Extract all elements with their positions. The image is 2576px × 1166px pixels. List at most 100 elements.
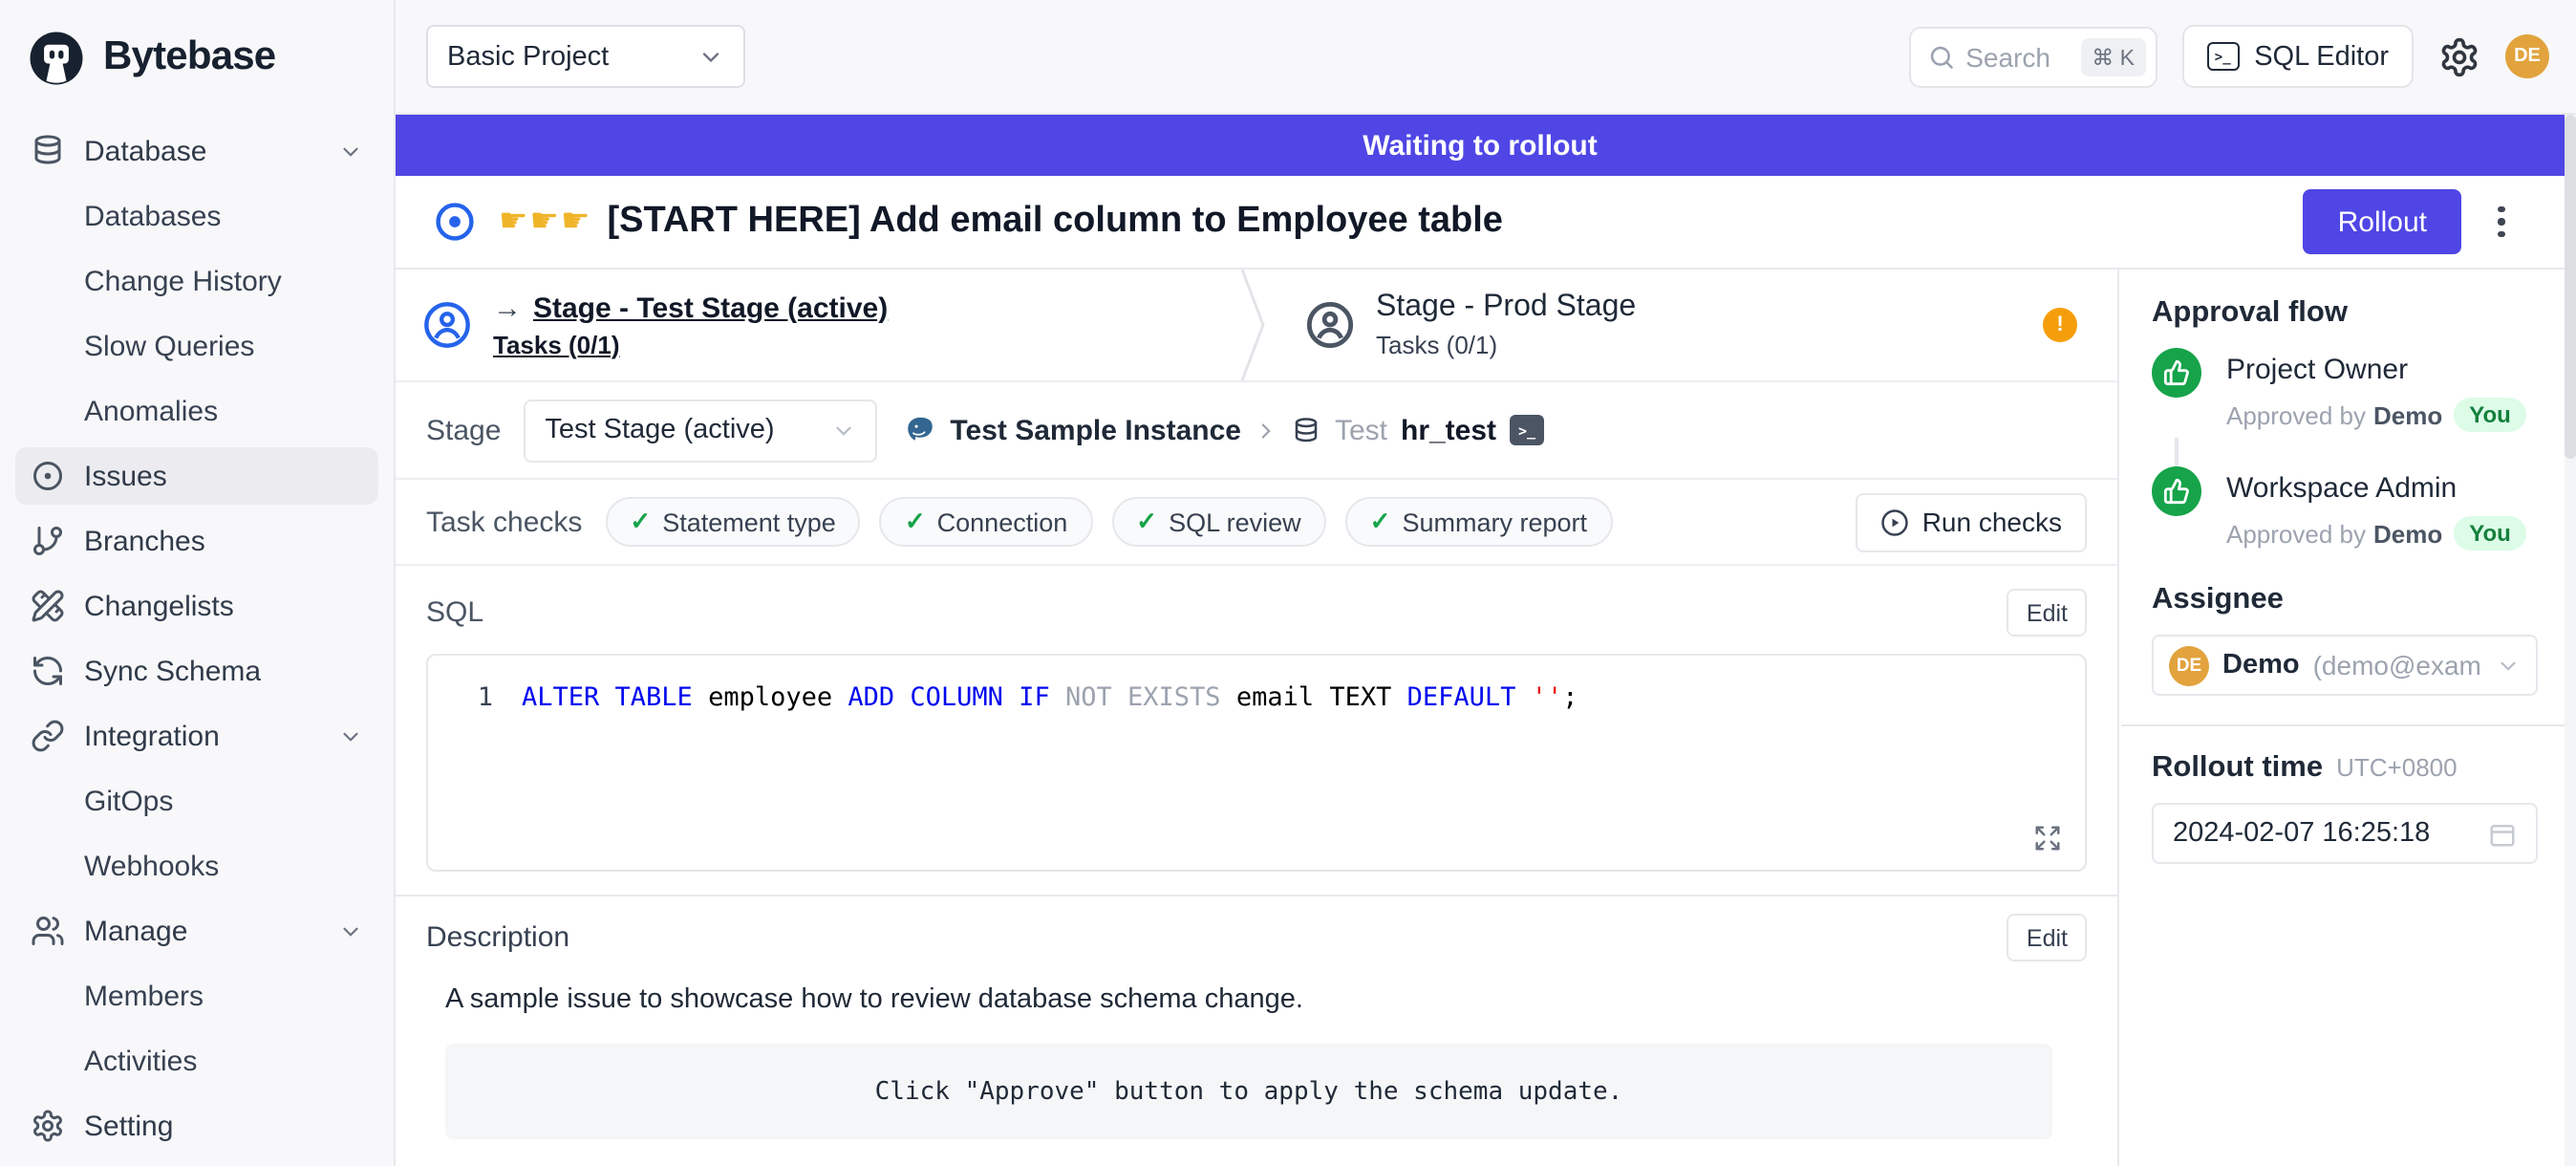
chevron-down-icon — [698, 43, 724, 70]
scrollbar-track[interactable] — [2565, 115, 2576, 1166]
description-text: A sample issue to showcase how to review… — [445, 984, 2087, 1015]
rollout-button[interactable]: Rollout — [2304, 189, 2461, 254]
sql-section-title: SQL — [426, 596, 483, 629]
rollout-time-input[interactable]: 2024-02-07 16:25:18 — [2152, 803, 2538, 864]
check-pill-label: Summary report — [1402, 507, 1587, 536]
sql-edit-button[interactable]: Edit — [2007, 589, 2087, 637]
check-pill-connection[interactable]: ✓ Connection — [880, 497, 1092, 547]
scrollbar-thumb[interactable] — [2565, 115, 2576, 459]
rollout-time-title: Rollout time — [2152, 751, 2323, 786]
rollout-time-value: 2024-02-07 16:25:18 — [2173, 818, 2430, 849]
run-checks-button[interactable]: Run checks — [1856, 492, 2087, 551]
sql-editor-area[interactable]: 1 ALTER TABLE employee ADD COLUMN IF NOT… — [426, 654, 2087, 872]
instance-name[interactable]: Test Sample Instance — [950, 414, 1241, 446]
sidebar-item-gitops[interactable]: GitOps — [15, 772, 378, 830]
description-code-block: Click "Approve" button to apply the sche… — [445, 1044, 2052, 1139]
more-options-kebab-icon[interactable] — [2477, 189, 2526, 254]
sql-console-icon[interactable]: >_ — [1510, 415, 1544, 445]
stage-warning-badge: ! — [2043, 308, 2077, 342]
settings-gear-icon[interactable] — [2438, 35, 2480, 77]
check-pill-summary-report[interactable]: ✓ Summary report — [1345, 497, 1612, 547]
sidebar-item-change-history[interactable]: Change History — [15, 252, 378, 310]
assignee-select[interactable]: DE Demo (demo@example — [2152, 635, 2538, 696]
approval-step: Project Owner Approved by Demo You — [2152, 348, 2538, 432]
chevron-down-icon — [338, 139, 363, 163]
brand-logo[interactable]: Bytebase — [0, 0, 394, 115]
thumbs-up-icon — [2152, 348, 2201, 398]
bytebase-logo-icon — [25, 26, 88, 89]
rollout-timezone: UTC+0800 — [2336, 753, 2457, 782]
approval-role: Project Owner — [2226, 354, 2526, 386]
approval-connector-line — [2175, 438, 2538, 466]
stage-card-test[interactable]: → Stage - Test Stage (active) Tasks (0/1… — [396, 270, 1236, 380]
search-box[interactable]: ⌘ K — [1908, 26, 2157, 87]
sidebar-item-sync-schema[interactable]: Sync Schema — [15, 642, 378, 700]
check-pill-sql-review[interactable]: ✓ SQL review — [1111, 497, 1325, 547]
sql-editor-button[interactable]: >_ SQL Editor — [2181, 25, 2414, 88]
expand-icon[interactable] — [2033, 824, 2062, 853]
sidebar-item-label: Change History — [84, 265, 282, 297]
stage-tasks-link[interactable]: Tasks (0/1) — [493, 330, 888, 358]
chevron-down-icon — [338, 723, 363, 748]
sidebar-item-label: Manage — [84, 915, 187, 947]
sidebar-item-label: Branches — [84, 525, 205, 557]
sql-statement: ALTER TABLE employee ADD COLUMN IF NOT E… — [522, 680, 1578, 715]
sidebar-item-setting[interactable]: Setting — [15, 1097, 378, 1155]
sidebar-item-webhooks[interactable]: Webhooks — [15, 837, 378, 895]
check-pill-label: Statement type — [662, 507, 836, 536]
stage-name: Stage - Prod Stage — [1376, 291, 1636, 325]
user-avatar[interactable]: DE — [2505, 34, 2549, 78]
sidebar-item-branches[interactable]: Branches — [15, 512, 378, 570]
stage-tasks: Tasks (0/1) — [1376, 331, 1636, 359]
sidebar-item-manage[interactable]: Manage — [15, 902, 378, 960]
sidebar-item-activities[interactable]: Activities — [15, 1032, 378, 1090]
search-input[interactable] — [1965, 41, 2069, 72]
stage-name-link[interactable]: Stage - Test Stage (active) — [533, 292, 888, 324]
stage-select[interactable]: Test Stage (active) — [524, 399, 877, 462]
sidebar-item-integration[interactable]: Integration — [15, 707, 378, 765]
current-stage-arrow-icon: → — [493, 292, 522, 324]
assignee-avatar: DE — [2169, 645, 2209, 685]
project-select[interactable]: Basic Project — [426, 25, 745, 88]
database-name[interactable]: hr_test — [1401, 414, 1496, 446]
sync-icon — [31, 654, 65, 688]
task-checks-row: Task checks ✓ Statement type ✓ Connectio… — [396, 480, 2117, 566]
sidebar-item-changelists[interactable]: Changelists — [15, 577, 378, 635]
sidebar-item-databases[interactable]: Databases — [15, 187, 378, 245]
link-icon — [31, 719, 65, 753]
sidebar-item-label: Issues — [84, 460, 167, 492]
sidebar-item-issues[interactable]: Issues — [15, 447, 378, 505]
approved-by-text: Approved by — [2226, 400, 2366, 429]
status-banner: Waiting to rollout — [396, 115, 2565, 176]
stage-select-value: Test Stage (active) — [545, 415, 774, 445]
chevron-down-icon — [338, 918, 363, 943]
stage-separator-chevron — [1240, 270, 1267, 380]
sidebar-item-label: Database — [84, 135, 206, 167]
database-icon — [1293, 416, 1321, 444]
chevron-down-icon — [2496, 653, 2521, 678]
you-badge: You — [2454, 516, 2526, 551]
check-pill-label: SQL review — [1169, 507, 1301, 536]
check-pill-statement-type[interactable]: ✓ Statement type — [605, 497, 860, 547]
task-checks-label: Task checks — [426, 506, 582, 538]
stage-card-prod[interactable]: Stage - Prod Stage Tasks (0/1) — [1271, 270, 1636, 380]
description-edit-button[interactable]: Edit — [2007, 914, 2087, 961]
issue-header: ☛☛☛ [START HERE] Add email column to Emp… — [396, 176, 2565, 270]
environment-label: Test — [1335, 414, 1387, 446]
chevron-right-icon — [1255, 418, 1279, 443]
stage-pipeline: → Stage - Test Stage (active) Tasks (0/1… — [396, 270, 2117, 382]
chevron-down-icon — [831, 418, 856, 443]
line-number: 1 — [428, 680, 493, 715]
check-icon: ✓ — [1370, 507, 1391, 537]
sidebar-item-database[interactable]: Database — [15, 122, 378, 180]
task-check-pills: ✓ Statement type ✓ Connection ✓ SQL revi… — [605, 497, 1612, 547]
project-select-value: Basic Project — [447, 41, 609, 72]
sidebar-item-members[interactable]: Members — [15, 967, 378, 1025]
sidebar-item-anomalies[interactable]: Anomalies — [15, 382, 378, 440]
calendar-icon[interactable] — [2488, 819, 2517, 848]
you-badge: You — [2454, 398, 2526, 432]
sidebar-nav: Database Databases Change History Slow Q… — [0, 115, 394, 1155]
sidebar-item-label: Changelists — [84, 590, 234, 622]
brand-name: Bytebase — [103, 34, 275, 80]
sidebar-item-slow-queries[interactable]: Slow Queries — [15, 317, 378, 375]
